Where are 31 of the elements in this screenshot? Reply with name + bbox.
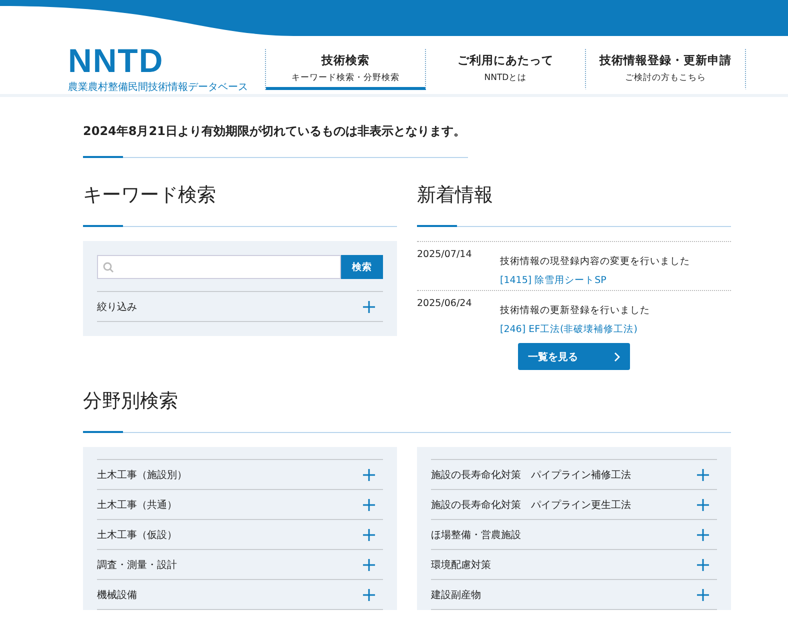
news-link[interactable]: [1415] 除雪用シートSP	[500, 274, 606, 287]
category-row[interactable]: 土木工事（施設別）	[97, 459, 383, 489]
category-row[interactable]: 施設の長寿命化対策 パイプライン更生工法	[431, 489, 717, 519]
news-date: 2025/07/14	[417, 249, 473, 262]
news-text: 技術情報の更新登録を行いました	[500, 305, 650, 316]
news-text: 技術情報の現登録内容の変更を行いました	[500, 256, 690, 267]
category-row[interactable]: 土木工事（共通）	[97, 489, 383, 519]
category-row[interactable]: 土木工事（仮設）	[97, 519, 383, 549]
section-title: 分野別検索	[83, 389, 179, 414]
logo-subtitle: 農業農村整備民間技術情報データベース	[68, 80, 249, 94]
category-row[interactable]: 建設副産物	[431, 579, 717, 610]
notice-text: 2024年8月21日より有効期限が切れているものは非表示となります。	[83, 123, 466, 140]
category-row[interactable]: ほ場整備・営農施設	[431, 519, 717, 549]
section-title: 新着情報	[417, 183, 494, 208]
section-title: キーワード検索	[83, 183, 217, 208]
category-row[interactable]: 施設の長寿命化対策 パイプライン補修工法	[431, 459, 717, 489]
search-field[interactable]	[97, 255, 341, 279]
search-button[interactable]: 検索	[341, 255, 383, 279]
nav-tab[interactable]: ご利用にあたって NNTDとは	[426, 49, 586, 90]
site-logo[interactable]: NNTD	[68, 44, 265, 78]
chevron-icon	[614, 352, 620, 362]
category-row[interactable]: 調査・測量・設計	[97, 549, 383, 579]
search-icon	[103, 262, 114, 272]
category-row[interactable]: 環境配慮対策	[431, 549, 717, 579]
news-date: 2025/06/24	[417, 298, 473, 311]
more-button[interactable]: 一覧を見る	[518, 343, 630, 370]
nav-tab[interactable]: 技術情報登録・更新申請 ご検討の方もこちら	[586, 49, 746, 90]
nav-tab[interactable]: 技術検索 キーワード検索・分野検索	[266, 49, 426, 90]
news-link[interactable]: [246] EF工法(非破壊補修工法)	[500, 323, 638, 336]
category-row[interactable]: 機械設備	[97, 579, 383, 610]
filter-row[interactable]: 絞り込み	[97, 291, 383, 322]
